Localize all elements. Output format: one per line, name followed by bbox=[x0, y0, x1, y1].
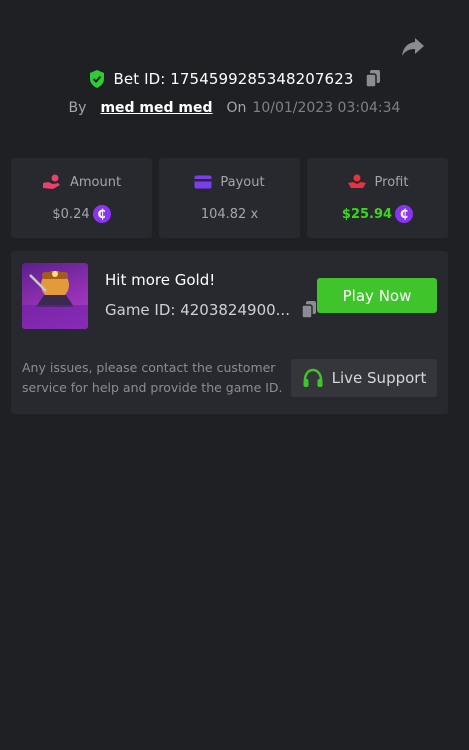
copy-icon[interactable] bbox=[364, 69, 382, 89]
live-support-label: Live Support bbox=[331, 369, 427, 387]
game-id-row: Game ID: 4203824900... bbox=[105, 300, 318, 320]
coin-icon: ₵ bbox=[395, 205, 414, 223]
game-id: Game ID: 4203824900... bbox=[105, 301, 290, 319]
stat-profit-label: Profit bbox=[374, 174, 409, 190]
play-now-button[interactable]: Play Now bbox=[317, 278, 437, 313]
card-icon bbox=[194, 175, 212, 189]
by-label: By bbox=[68, 100, 87, 116]
bet-id-row: Bet ID: 1754599285348207623 bbox=[0, 68, 469, 90]
share-button[interactable] bbox=[400, 36, 426, 58]
help-text: Any issues, please contact the customer … bbox=[22, 360, 283, 395]
stat-amount-value: $0.24 bbox=[52, 206, 90, 222]
copy-icon[interactable] bbox=[300, 300, 318, 320]
game-thumbnail[interactable] bbox=[22, 263, 88, 329]
stat-profit-value: $25.94 bbox=[341, 206, 393, 222]
game-title: Hit more Gold! bbox=[105, 271, 216, 289]
shield-check-icon bbox=[88, 69, 106, 89]
headset-icon bbox=[303, 368, 323, 387]
live-support-button[interactable]: Live Support bbox=[291, 359, 437, 397]
bet-stats: Amount $0.24 ₵ Payout 104.82 x Profit $2… bbox=[11, 158, 448, 238]
coin-icon: ₵ bbox=[92, 205, 111, 223]
stat-payout-value: 104.82 x bbox=[200, 206, 259, 222]
stat-payout: Payout 104.82 x bbox=[159, 158, 300, 238]
hand-coin-icon bbox=[42, 174, 60, 189]
bet-id: Bet ID: 1754599285348207623 bbox=[113, 70, 354, 88]
game-card: Hit more Gold! Game ID: 4203824900... Pl… bbox=[11, 251, 448, 414]
hand-money-icon bbox=[347, 174, 366, 188]
stat-profit: Profit $25.94 ₵ bbox=[307, 158, 448, 238]
stat-amount-label: Amount bbox=[69, 174, 122, 190]
author-row: By med med med On 10/01/2023 03:04:34 bbox=[0, 97, 469, 119]
stat-payout-label: Payout bbox=[220, 174, 265, 190]
username-link[interactable]: med med med bbox=[100, 100, 212, 116]
share-icon bbox=[402, 38, 424, 56]
stat-amount: Amount $0.24 ₵ bbox=[11, 158, 152, 238]
on-label: On bbox=[226, 100, 247, 116]
timestamp: 10/01/2023 03:04:34 bbox=[252, 100, 401, 116]
